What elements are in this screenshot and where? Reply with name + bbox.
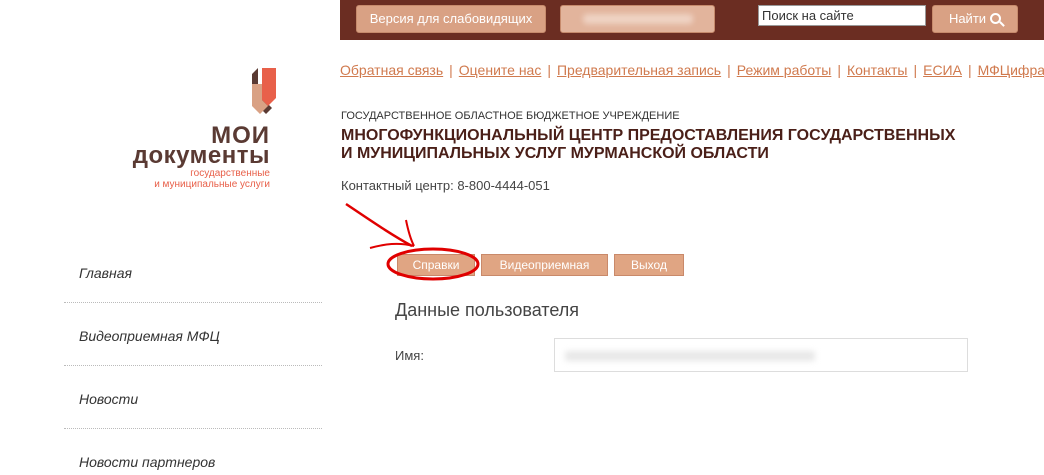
annotation-arrow-head bbox=[405, 219, 415, 247]
top-links: Обратная связь | Оцените нас | Предварительн… bbox=[340, 62, 1044, 82]
nav-item-label: Новости партнеров bbox=[79, 454, 216, 470]
search-button[interactable]: Найти bbox=[932, 5, 1018, 33]
link-schedule[interactable]: Режим работы bbox=[737, 62, 832, 78]
link-feedback[interactable]: Обратная связь bbox=[340, 62, 443, 78]
user-data-title: Данные пользователя bbox=[395, 300, 580, 320]
magnifier-icon bbox=[990, 13, 1002, 24]
annotation-arrow-circle bbox=[345, 202, 480, 281]
logo-mark-icon bbox=[252, 60, 276, 114]
search-input[interactable] bbox=[758, 5, 926, 26]
low-vision-button[interactable]: Версия для слабовидящих bbox=[356, 5, 546, 33]
spravki-button[interactable]: Справки bbox=[397, 254, 475, 276]
logo-title-line2: документы bbox=[132, 142, 270, 169]
nav-item-home[interactable]: Главная bbox=[64, 240, 322, 303]
link-rate-us[interactable]: Оцените нас bbox=[459, 62, 542, 78]
logo-subtitle-line1: государственные bbox=[190, 168, 270, 179]
org-caption: Государственное областное бюджетное учре… bbox=[341, 110, 680, 122]
redacted-button[interactable] bbox=[560, 5, 715, 33]
exit-button[interactable]: Выход bbox=[614, 254, 684, 276]
contact-center: Контактный центр: 8-800-4444-051 bbox=[341, 178, 550, 193]
org-title-line2: и муниципальных услуг Мурманской области bbox=[341, 145, 769, 162]
annotation-arrow-shaft bbox=[345, 202, 413, 248]
sidebar-nav: Главная Видеоприемная МФЦ Новости Новост… bbox=[64, 240, 322, 475]
link-contacts[interactable]: Контакты bbox=[847, 62, 907, 78]
search-button-label: Найти bbox=[948, 11, 987, 26]
name-field[interactable] bbox=[554, 338, 968, 372]
link-separator: | bbox=[837, 62, 841, 78]
top-bar: Версия для слабовидящих Найти bbox=[340, 0, 1044, 40]
nav-item-label: Новости bbox=[79, 391, 139, 407]
annotation-arrow-stroke bbox=[369, 242, 415, 249]
name-label: Имя: bbox=[395, 348, 424, 363]
nav-item-label: Видеоприемная МФЦ bbox=[79, 328, 220, 344]
site-logo[interactable]: МОИ документы государственные и муниципа… bbox=[120, 58, 280, 198]
link-mfcifra[interactable]: МФЦифра bbox=[978, 62, 1044, 78]
link-esia[interactable]: ЕСИА bbox=[923, 62, 962, 78]
org-title: Многофункциональный центр предоставления… bbox=[341, 127, 1001, 163]
logo-subtitle-line2: и муниципальные услуги bbox=[154, 179, 270, 190]
link-separator: | bbox=[727, 62, 731, 78]
nav-item-label: Главная bbox=[79, 265, 132, 281]
link-separator: | bbox=[967, 62, 972, 78]
org-title-line1: Многофункциональный центр предоставления… bbox=[341, 127, 956, 144]
redacted-blur bbox=[565, 351, 815, 361]
link-separator: | bbox=[913, 62, 918, 78]
redacted-blur bbox=[582, 14, 693, 24]
nav-item-partner-news[interactable]: Новости партнеров bbox=[64, 429, 322, 475]
video-reception-button[interactable]: Видеоприемная bbox=[481, 254, 608, 276]
link-separator: | bbox=[547, 62, 551, 78]
link-separator: | bbox=[449, 62, 453, 78]
nav-item-video-reception[interactable]: Видеоприемная МФЦ bbox=[64, 303, 322, 366]
nav-item-news[interactable]: Новости bbox=[64, 366, 322, 429]
link-appointment[interactable]: Предварительная запись bbox=[557, 62, 721, 78]
